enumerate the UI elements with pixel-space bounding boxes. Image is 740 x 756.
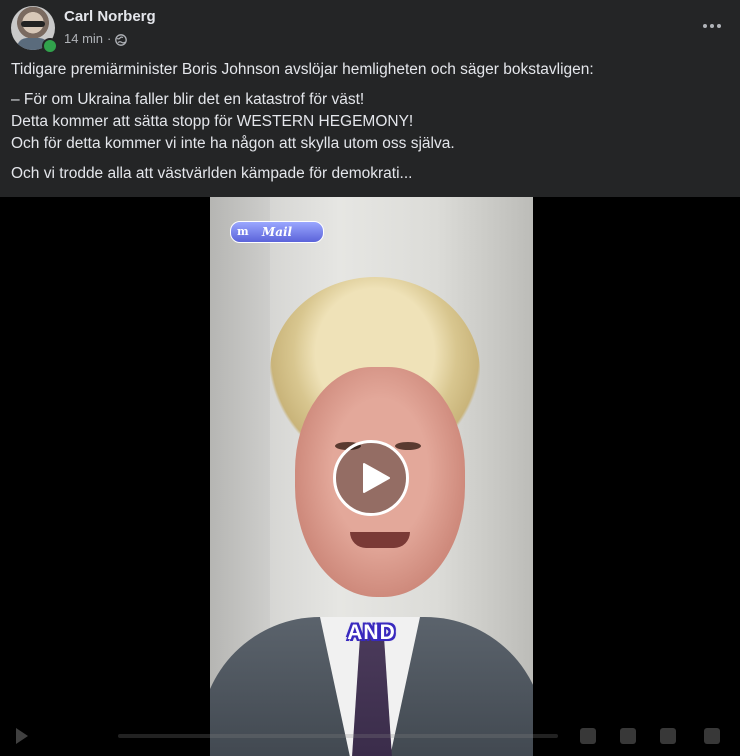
video-controls [0, 716, 740, 756]
play-button[interactable] [333, 440, 409, 516]
post-header: Carl Norberg 14 min · [0, 0, 740, 60]
video-progress-bar[interactable] [118, 734, 558, 738]
avatar-glasses [21, 21, 45, 27]
author-name[interactable]: Carl Norberg [64, 8, 156, 25]
picture-in-picture-icon[interactable] [660, 728, 676, 744]
controls-play-icon[interactable] [16, 728, 28, 744]
volume-icon[interactable] [620, 728, 636, 744]
online-status-dot [42, 38, 58, 54]
mail-watermark: m Mail [230, 221, 324, 243]
mail-watermark-logo: m [237, 225, 249, 238]
more-options-button[interactable] [696, 12, 728, 40]
video-caption: AND [347, 621, 396, 644]
video-player[interactable]: m Mail AND [0, 197, 740, 756]
more-options-icon [703, 24, 721, 28]
post-text-paragraph: – För om Ukraina faller blir det en kata… [11, 89, 731, 155]
settings-icon[interactable] [580, 728, 596, 744]
post-text-line: – För om Ukraina faller blir det en kata… [11, 91, 365, 108]
post-text-line: Och för detta kommer vi inte ha någon at… [11, 135, 455, 152]
mail-watermark-text: Mail [261, 225, 293, 239]
meta-separator: · [107, 30, 112, 46]
post-text: Tidigare premiärminister Boris Johnson a… [11, 59, 731, 185]
fullscreen-icon[interactable] [704, 728, 720, 744]
video-mouth [350, 532, 410, 548]
post-text-line: Tidigare premiärminister Boris Johnson a… [11, 61, 594, 78]
post-text-line: Och vi trodde alla att västvärlden kämpa… [11, 165, 413, 182]
video-eye [395, 442, 421, 450]
post-meta: 14 min · [64, 30, 128, 46]
post-text-line: Detta kommer att sätta stopp för WESTERN… [11, 113, 414, 130]
play-icon [363, 463, 390, 493]
globe-icon[interactable] [115, 34, 128, 46]
post-time[interactable]: 14 min [64, 31, 103, 46]
